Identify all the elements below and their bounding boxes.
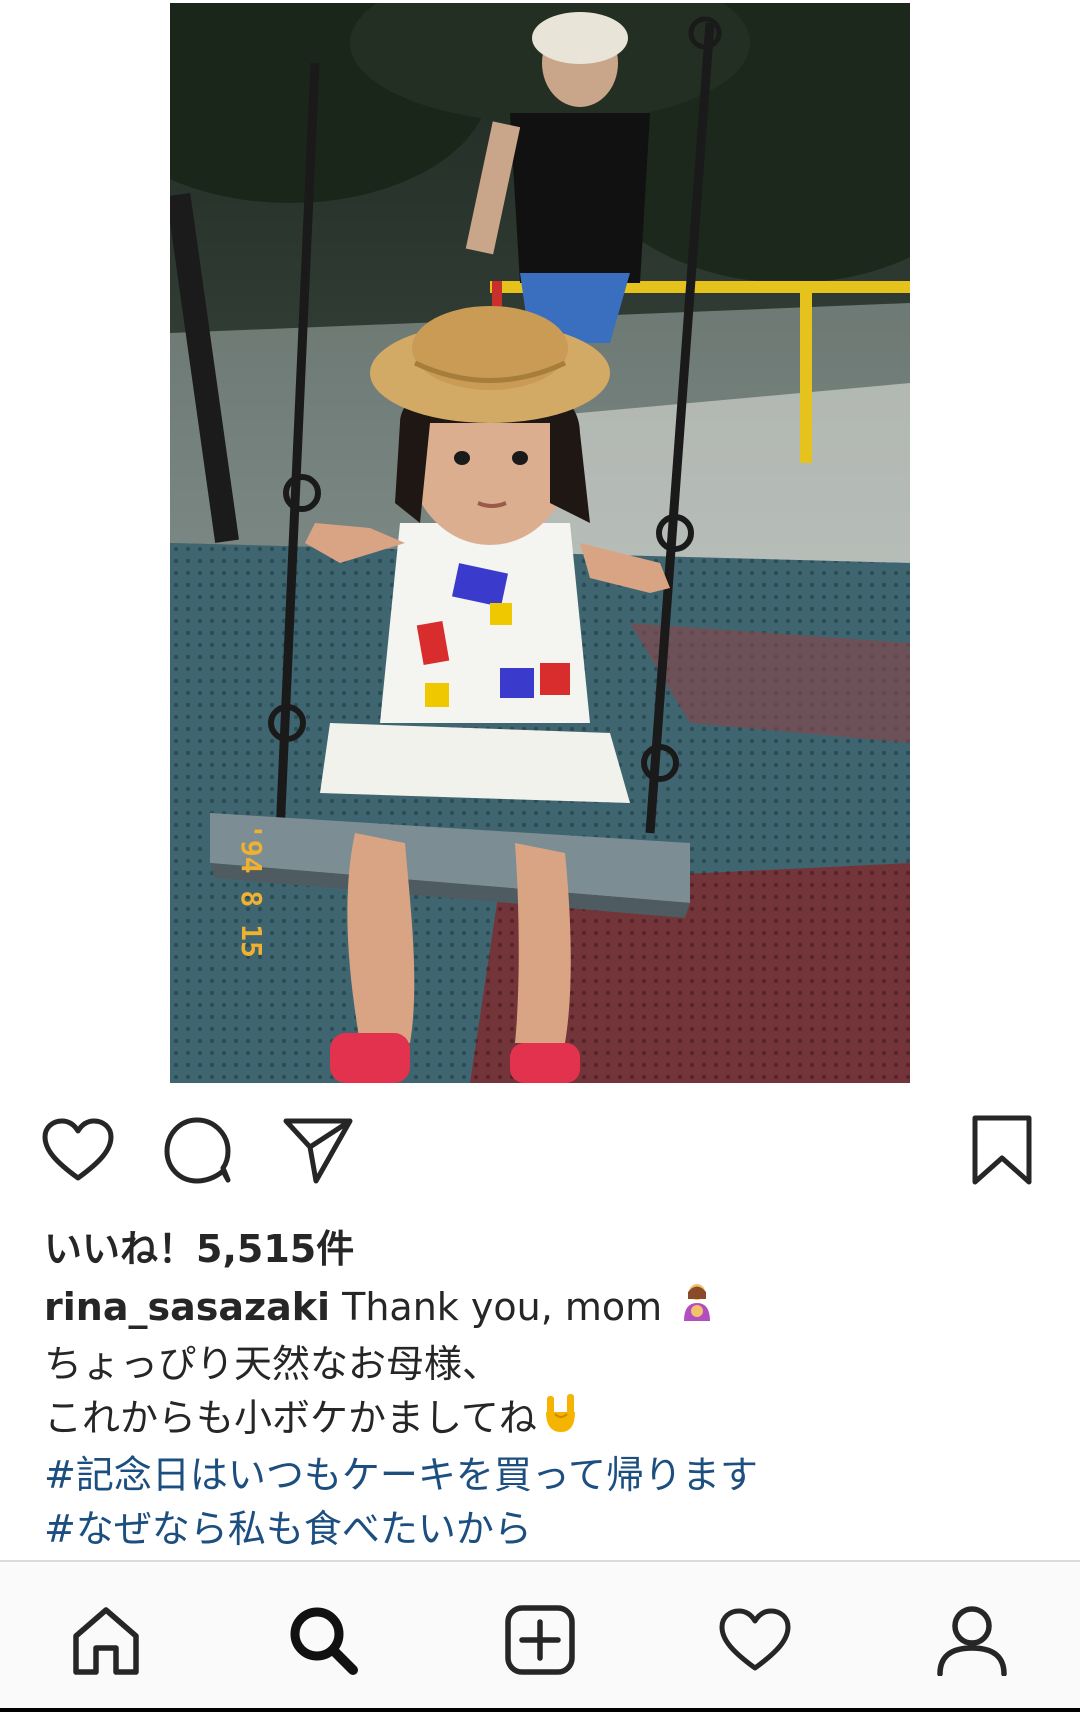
home-icon <box>73 1607 139 1675</box>
bottom-navigation <box>0 1560 1080 1712</box>
nav-profile-button[interactable] <box>932 1600 1012 1680</box>
hashtag-link-1[interactable]: #記念日はいつもケーキを買って帰ります <box>44 1448 1044 1502</box>
caption-username[interactable]: rina_sasazaki <box>44 1285 330 1329</box>
save-button[interactable] <box>962 1110 1042 1190</box>
system-home-indicator <box>0 1708 1080 1712</box>
caption-line-3: これからも小ボケかましてね <box>44 1391 1044 1449</box>
post-action-bar <box>0 1110 1080 1196</box>
nav-home-button[interactable] <box>66 1600 146 1680</box>
likes-count[interactable]: いいね！5,515件 <box>44 1218 354 1273</box>
instagram-post-screen: '94 8 15 いいね！5,515件 rina_sasazaki Thank … <box>0 0 1080 1712</box>
caption-line-3-text: これからも小ボケかましてね <box>44 1395 537 1440</box>
caption-line-1: rina_sasazaki Thank you, mom <box>44 1280 1044 1337</box>
hashtag-link-2[interactable]: #なぜなら私も食べたいから <box>44 1502 1044 1556</box>
heart-icon <box>42 1118 114 1181</box>
caption-line-2: ちょっぴり天然なお母様、 <box>44 1341 501 1386</box>
search-icon <box>290 1607 358 1675</box>
post-caption: rina_sasazaki Thank you, mom ちょっぴり天然なお母様… <box>44 1280 1044 1556</box>
nav-new-post-button[interactable] <box>500 1600 580 1680</box>
nav-search-button[interactable] <box>283 1600 363 1680</box>
photo-illustration: '94 8 15 <box>170 3 910 1083</box>
sign-of-horns-emoji <box>543 1392 577 1448</box>
bookmark-icon <box>972 1115 1032 1185</box>
comment-button[interactable] <box>158 1110 238 1190</box>
add-post-icon <box>505 1605 575 1675</box>
like-button[interactable] <box>38 1110 118 1190</box>
comment-icon <box>164 1117 231 1184</box>
profile-icon <box>937 1606 1007 1676</box>
caption-text: Thank you, mom <box>342 1285 663 1329</box>
photo-date-stamp: '94 8 15 <box>235 823 268 958</box>
share-icon <box>283 1118 353 1184</box>
woman-with-baby-emoji <box>680 1283 714 1337</box>
share-button[interactable] <box>278 1110 358 1190</box>
activity-heart-icon <box>719 1608 791 1671</box>
nav-activity-button[interactable] <box>715 1600 795 1680</box>
post-photo[interactable]: '94 8 15 <box>170 3 910 1083</box>
